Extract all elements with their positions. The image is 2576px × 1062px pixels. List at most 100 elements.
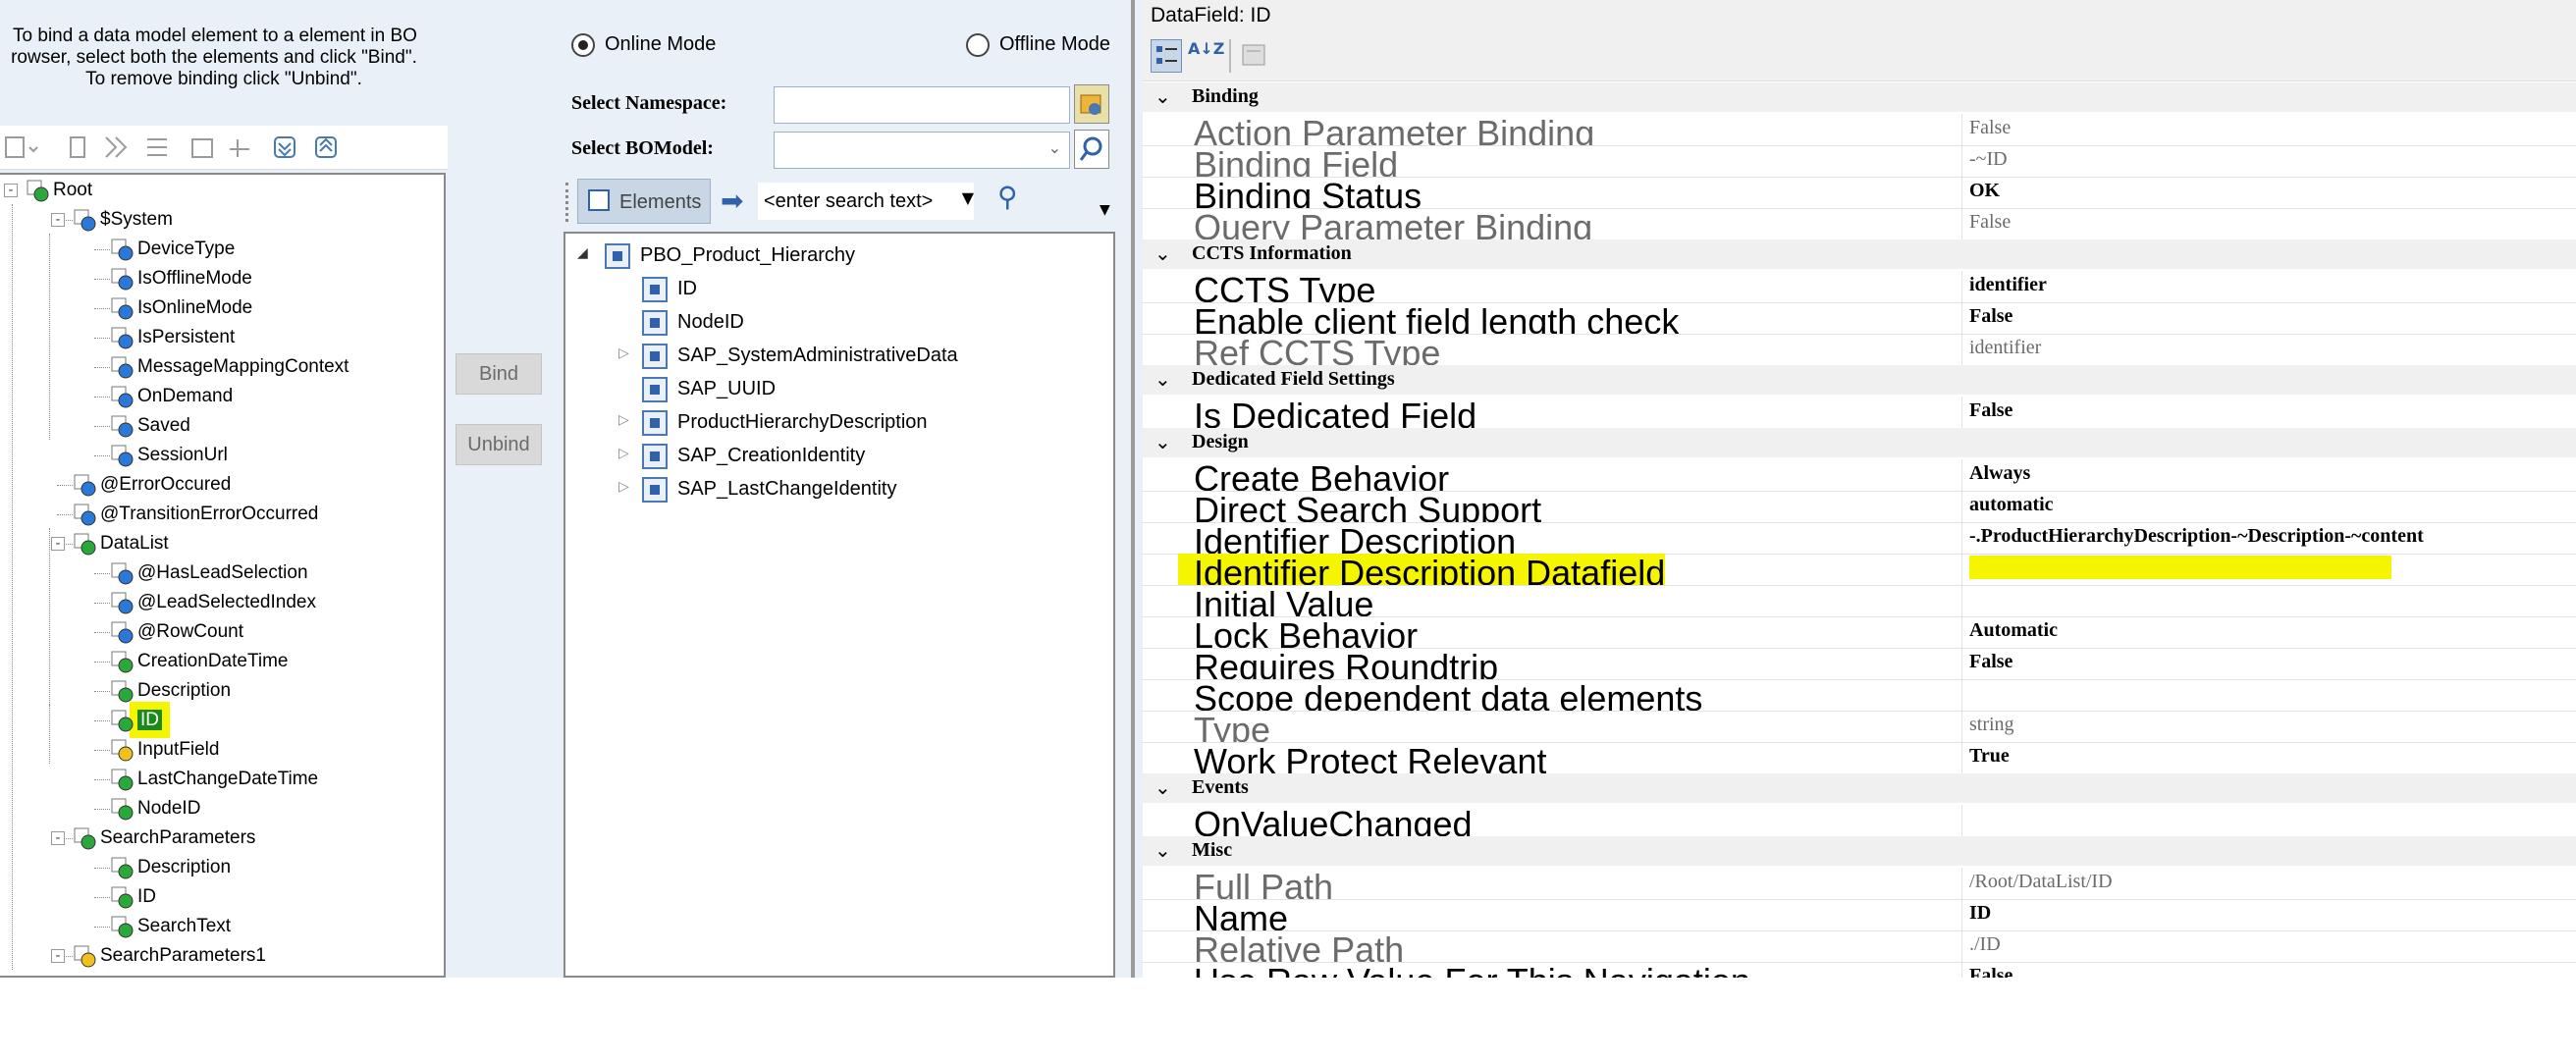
property-value[interactable]: ID bbox=[1969, 899, 1991, 930]
tree-node[interactable]: NodeID bbox=[110, 795, 200, 823]
tree-node[interactable]: SessionUrl bbox=[110, 442, 228, 469]
bo-tree-node[interactable]: ID bbox=[642, 273, 697, 304]
tree-node[interactable]: SearchParameters1 bbox=[73, 942, 266, 970]
data-model-tree[interactable]: Root - $System - DeviceType IsOfflineMode IsOn… bbox=[0, 173, 446, 978]
property-value[interactable]: identifier bbox=[1969, 271, 2047, 302]
collapse-icon[interactable]: - bbox=[51, 831, 65, 845]
property-value[interactable]: False bbox=[1969, 208, 2011, 239]
collapse-icon[interactable]: - bbox=[51, 213, 65, 227]
bo-element-tree[interactable]: PBO_Product_Hierarchy ◢ ID NodeID SAP_System… bbox=[564, 232, 1115, 978]
property-row[interactable]: Ref CCTS Type identifier bbox=[1143, 334, 2576, 366]
bo-tree-node[interactable]: PBO_Product_Hierarchy bbox=[605, 239, 855, 271]
tree-node[interactable]: Description bbox=[110, 854, 231, 881]
property-row[interactable]: Query Parameter Binding False bbox=[1143, 208, 2576, 240]
chevron-down-icon[interactable]: ⌄ bbox=[1154, 430, 1171, 453]
property-row[interactable]: Name ID bbox=[1143, 899, 2576, 931]
property-value[interactable] bbox=[1969, 556, 2391, 579]
overflow-icon[interactable]: ▼ bbox=[1100, 202, 1110, 218]
collapse-icon[interactable]: - bbox=[4, 184, 18, 197]
property-value[interactable]: Always bbox=[1969, 459, 2030, 491]
collapsed-arrow-icon[interactable]: ▷ bbox=[618, 345, 629, 361]
bo-tree-node[interactable]: ProductHierarchyDescription bbox=[642, 406, 928, 438]
tree-node[interactable]: Saved bbox=[110, 412, 190, 440]
collapse-icon[interactable]: - bbox=[51, 537, 65, 551]
tree-node[interactable]: LastChangeDateTime bbox=[110, 766, 318, 793]
collapsed-arrow-icon[interactable]: ▷ bbox=[618, 446, 629, 461]
tree-node[interactable]: Description bbox=[110, 677, 231, 705]
tree-node[interactable]: Root bbox=[26, 177, 92, 204]
tree-node[interactable]: InputField bbox=[110, 736, 219, 764]
property-row[interactable]: Enable client field length check False bbox=[1143, 302, 2576, 335]
property-value[interactable]: identifier bbox=[1969, 334, 2041, 365]
property-row[interactable]: OnValueChanged bbox=[1143, 805, 2576, 837]
namespace-browse-button[interactable] bbox=[1074, 84, 1109, 124]
bomodel-select[interactable]: ⌄ bbox=[774, 132, 1070, 169]
elements-toggle[interactable]: Elements bbox=[577, 179, 711, 224]
tree-node[interactable]: IsPersistent bbox=[110, 324, 235, 351]
property-row[interactable]: Lock Behavior Automatic bbox=[1143, 616, 2576, 649]
tree-node[interactable]: ID bbox=[110, 883, 156, 911]
bo-tree-node[interactable]: NodeID bbox=[642, 306, 744, 338]
search-input[interactable]: <enter search text> ▼ bbox=[758, 183, 974, 220]
tree-node[interactable]: SearchParameters bbox=[73, 824, 255, 852]
property-row[interactable]: Direct Search Support automatic bbox=[1143, 491, 2576, 523]
property-category[interactable]: ⌄ Dedicated Field Settings bbox=[1143, 365, 2576, 395]
property-row[interactable]: Scope dependent data elements bbox=[1143, 679, 2576, 712]
tree-node[interactable]: @RowCount bbox=[110, 618, 243, 646]
search-icon[interactable]: ⚲ bbox=[997, 181, 1018, 213]
chevron-down-icon[interactable]: ⌄ bbox=[1154, 838, 1171, 862]
property-pages-button[interactable] bbox=[1239, 39, 1270, 73]
tree-node[interactable]: OnDemand bbox=[110, 383, 233, 410]
expanded-arrow-icon[interactable]: ◢ bbox=[577, 245, 588, 261]
bomodel-search-button[interactable] bbox=[1074, 130, 1109, 169]
collapse-icon[interactable]: - bbox=[51, 949, 65, 963]
tree-node[interactable]: @LeadSelectedIndex bbox=[110, 589, 316, 616]
property-value[interactable]: ./ID bbox=[1969, 930, 2001, 962]
offline-mode-radio[interactable] bbox=[966, 33, 990, 57]
tree-node[interactable]: DeviceType bbox=[110, 236, 235, 263]
property-value[interactable]: -.ProductHierarchyDescription-~Descripti… bbox=[1969, 522, 2424, 554]
tree-node[interactable]: IsOnlineMode bbox=[110, 294, 252, 322]
bind-button[interactable]: Bind bbox=[456, 353, 542, 395]
categorized-button[interactable] bbox=[1151, 39, 1182, 73]
property-value[interactable]: string bbox=[1969, 711, 2014, 742]
property-row[interactable]: Is Dedicated Field False bbox=[1143, 397, 2576, 429]
tree-node[interactable]: $System bbox=[73, 206, 173, 234]
property-value[interactable]: False bbox=[1969, 962, 2012, 978]
property-value[interactable]: OK bbox=[1969, 177, 2000, 208]
tree-node[interactable]: @HasLeadSelection bbox=[110, 559, 308, 587]
tree-node[interactable]: IsOfflineMode bbox=[110, 265, 252, 292]
property-row[interactable]: Binding Status OK bbox=[1143, 177, 2576, 209]
property-category[interactable]: ⌄ Design bbox=[1143, 428, 2576, 457]
property-row[interactable]: Initial Value bbox=[1143, 585, 2576, 617]
collapsed-arrow-icon[interactable]: ▷ bbox=[618, 479, 629, 495]
chevron-down-icon[interactable]: ⌄ bbox=[1154, 241, 1171, 265]
property-value[interactable]: False bbox=[1969, 114, 2011, 145]
tree-node[interactable]: MessageMappingContext bbox=[110, 353, 349, 381]
tree-node[interactable]: @ErrorOccured bbox=[73, 471, 231, 499]
property-row[interactable]: Requires Roundtrip False bbox=[1143, 648, 2576, 680]
property-row[interactable]: CCTS Type identifier bbox=[1143, 271, 2576, 303]
property-value[interactable]: automatic bbox=[1969, 491, 2054, 522]
property-category[interactable]: ⌄ Events bbox=[1143, 773, 2576, 803]
property-row[interactable]: Binding Field -~ID bbox=[1143, 145, 2576, 178]
bo-tree-node[interactable]: SAP_CreationIdentity bbox=[642, 440, 865, 471]
property-row[interactable]: Identifier Description Datafield bbox=[1143, 554, 2576, 586]
tree-node[interactable]: @TransitionErrorOccurred bbox=[73, 501, 318, 528]
property-row[interactable]: Work Protect Relevant True bbox=[1143, 742, 2576, 774]
dropdown-icon[interactable]: ▼ bbox=[962, 188, 974, 207]
property-value[interactable]: False bbox=[1969, 302, 2012, 334]
property-value[interactable]: True bbox=[1969, 742, 2010, 773]
property-value[interactable]: False bbox=[1969, 397, 2012, 428]
tree-node[interactable]: ID bbox=[110, 702, 170, 738]
chevron-down-icon[interactable]: ⌄ bbox=[1154, 775, 1171, 799]
property-category[interactable]: ⌄ Misc bbox=[1143, 836, 2576, 866]
tree-node[interactable]: SearchText bbox=[110, 913, 231, 940]
online-mode-radio[interactable] bbox=[571, 33, 595, 57]
property-row[interactable]: Type string bbox=[1143, 711, 2576, 743]
tree-node[interactable]: DataList bbox=[73, 530, 169, 558]
property-value[interactable]: -~ID bbox=[1969, 145, 2008, 177]
property-row[interactable]: Relative Path ./ID bbox=[1143, 930, 2576, 963]
property-row[interactable]: Create Behavior Always bbox=[1143, 459, 2576, 492]
tree-node[interactable]: CreationDateTime bbox=[110, 648, 288, 675]
